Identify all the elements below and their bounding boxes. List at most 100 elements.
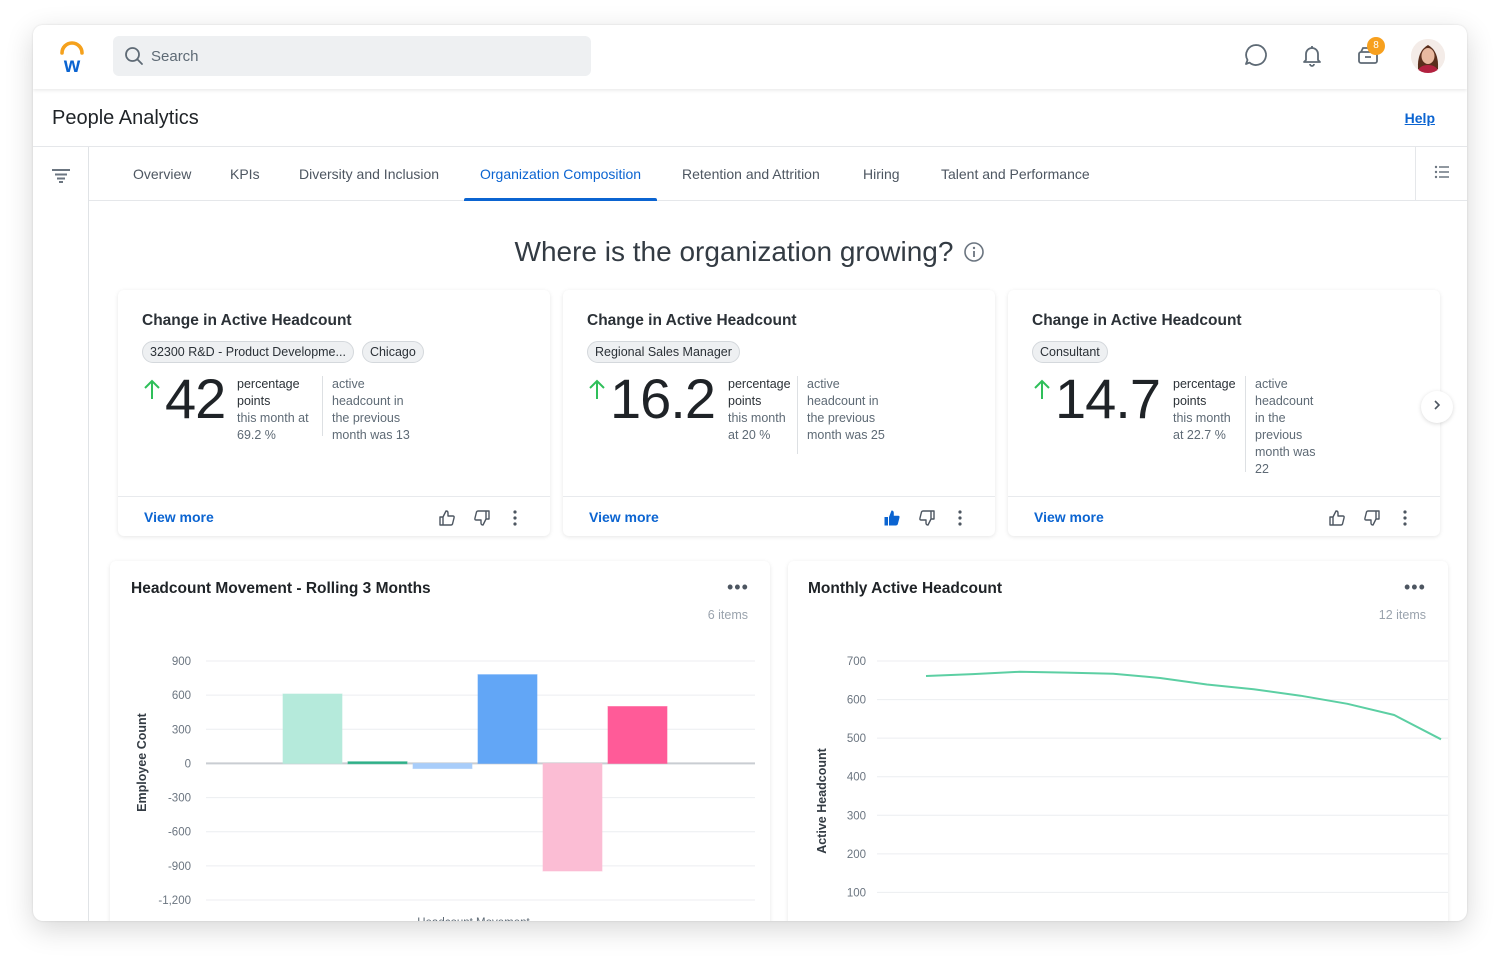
carousel-next-button[interactable] <box>1421 391 1453 423</box>
user-avatar[interactable] <box>1411 39 1445 73</box>
tab-overview[interactable]: Overview <box>133 147 191 201</box>
more-options-icon[interactable] <box>1395 508 1415 528</box>
card-footer: View more <box>1008 496 1440 536</box>
tab-diversity-and-inclusion[interactable]: Diversity and Inclusion <box>299 147 439 201</box>
filter-icon[interactable] <box>50 167 72 190</box>
x-axis-title: Headcount Movement <box>417 917 530 921</box>
tab-bar: Overview KPIs Diversity and Inclusion Or… <box>89 147 1467 201</box>
previous-month-note: active headcount in the previous month w… <box>322 376 422 442</box>
bar <box>607 706 668 764</box>
insight-card: Change in Active Headcount 32300 R&D - P… <box>118 290 550 536</box>
card-title: Change in Active Headcount <box>1032 312 1242 329</box>
metric-description: percentage points this month at 20 % <box>728 376 798 444</box>
previous-month-note: active headcount in the previous month w… <box>1245 376 1321 476</box>
y-axis-title: Active Headcount <box>815 747 829 853</box>
notifications-button[interactable] <box>1298 43 1326 71</box>
card-title: Change in Active Headcount <box>587 312 797 329</box>
thumbs-up-icon-selected[interactable] <box>882 508 902 528</box>
bar <box>347 761 408 765</box>
chat-icon <box>1243 42 1269 73</box>
tab-hiring[interactable]: Hiring <box>863 147 900 201</box>
view-more-link[interactable]: View more <box>589 509 659 525</box>
monthly-active-headcount-panel: Monthly Active Headcount ••• 12 items 70… <box>788 561 1448 921</box>
insight-card: Change in Active Headcount Regional Sale… <box>563 290 995 536</box>
headcount-movement-panel: Headcount Movement - Rolling 3 Months ••… <box>110 561 770 921</box>
thumbs-up-icon[interactable] <box>437 508 457 528</box>
search-icon <box>124 46 144 71</box>
tab-organization-composition[interactable]: Organization Composition <box>463 147 658 201</box>
thumbs-down-icon[interactable] <box>917 508 937 528</box>
y-tick-label: -1,200 <box>158 895 191 907</box>
top-bar: w 8 <box>33 25 1467 89</box>
tab-kpis[interactable]: KPIs <box>230 147 260 201</box>
y-tick-label: 500 <box>847 733 866 745</box>
more-options-icon[interactable] <box>505 508 525 528</box>
workday-logo-icon[interactable]: w <box>57 39 87 77</box>
bar <box>542 762 603 872</box>
view-more-link[interactable]: View more <box>1034 509 1104 525</box>
card-title: Change in Active Headcount <box>142 312 352 329</box>
arrow-up-icon <box>588 378 606 405</box>
list-view-button[interactable] <box>1415 147 1467 201</box>
y-axis-title: Employee Count <box>135 712 149 811</box>
chat-button[interactable] <box>1242 43 1270 71</box>
metric-value: 16.2 <box>610 367 716 430</box>
metric-detail: this month at 22.7 % <box>1173 411 1231 442</box>
help-link[interactable]: Help <box>1405 110 1435 126</box>
card-footer: View more <box>118 496 550 536</box>
search-input[interactable] <box>151 36 571 76</box>
tab-talent-and-performance[interactable]: Talent and Performance <box>941 147 1090 201</box>
bar <box>477 674 538 764</box>
bar <box>282 693 343 764</box>
bell-icon <box>1300 43 1324 72</box>
metric-detail: this month at 20 % <box>728 411 786 442</box>
y-tick-label: 300 <box>172 724 191 736</box>
y-tick-label: 900 <box>172 656 191 668</box>
metric-unit: percentage points <box>237 377 300 408</box>
card-filters: Regional Sales Manager <box>587 341 740 363</box>
metric-unit: percentage points <box>728 377 791 408</box>
metric-description: percentage points this month at 69.2 % <box>237 376 319 444</box>
y-tick-label: -600 <box>168 827 191 839</box>
view-more-link[interactable]: View more <box>144 509 214 525</box>
y-tick-label: 400 <box>847 772 866 784</box>
section-heading: Where is the organization growing? <box>33 236 1467 270</box>
thumbs-down-icon[interactable] <box>472 508 492 528</box>
arrow-up-icon <box>1033 378 1051 405</box>
series-line <box>925 670 1442 741</box>
insight-card: Change in Active Headcount Consultant 14… <box>1008 290 1440 536</box>
card-footer: View more <box>563 496 995 536</box>
more-options-icon[interactable] <box>950 508 970 528</box>
filter-chip[interactable]: 32300 R&D - Product Developme... <box>142 341 354 363</box>
chevron-right-icon <box>1432 398 1442 416</box>
y-tick-label: 700 <box>847 656 866 668</box>
page-title: People Analytics <box>52 107 199 129</box>
svg-text:w: w <box>63 54 81 75</box>
metric-unit: percentage points <box>1173 377 1236 408</box>
y-tick-label: 100 <box>847 887 866 899</box>
section-title: Where is the organization growing? <box>514 236 954 267</box>
metric-detail: this month at 69.2 % <box>237 411 309 442</box>
filter-chip[interactable]: Consultant <box>1032 341 1108 363</box>
metric-value: 14.7 <box>1055 367 1161 430</box>
bar <box>412 762 473 770</box>
search-bar[interactable] <box>113 36 591 76</box>
thumbs-down-icon[interactable] <box>1362 508 1382 528</box>
app-window: w 8 <box>33 25 1467 921</box>
tab-retention-and-attrition[interactable]: Retention and Attrition <box>682 147 820 201</box>
page-header: People Analytics Help <box>33 89 1467 147</box>
filter-chip[interactable]: Chicago <box>361 341 424 363</box>
filter-chip[interactable]: Regional Sales Manager <box>587 341 740 363</box>
bar-chart: 900 600 300 0 -300 -600 -900 -1,200 Employee Cou… <box>135 656 755 921</box>
line-chart: 7006005004003002001000Active Headcount <box>815 656 1448 899</box>
arrow-up-icon <box>143 378 161 405</box>
y-tick-label: -900 <box>168 861 191 873</box>
info-icon[interactable] <box>963 238 985 270</box>
y-tick-label: 0 <box>185 758 191 770</box>
y-tick-label: 300 <box>847 810 866 822</box>
metric-description: percentage points this month at 22.7 % <box>1173 376 1243 444</box>
card-filters: Consultant <box>1032 341 1108 363</box>
thumbs-up-icon[interactable] <box>1327 508 1347 528</box>
card-filters: 32300 R&D - Product Developme... Chicago <box>142 341 424 363</box>
metric-value: 42 <box>165 367 226 430</box>
